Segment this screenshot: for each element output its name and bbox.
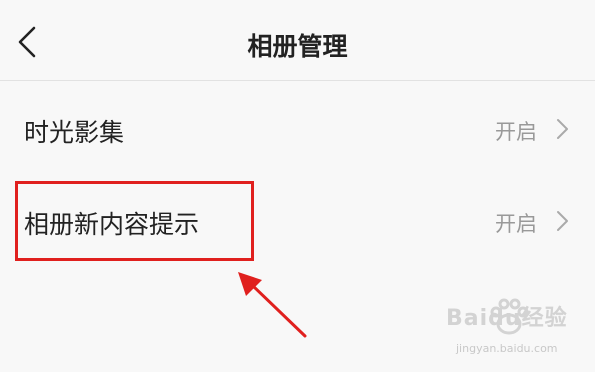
chevron-right-icon — [557, 211, 568, 231]
highlight-box — [15, 181, 254, 261]
setting-value: 开启 — [495, 212, 537, 236]
setting-row-time-album[interactable]: 时光影集 开启 — [0, 81, 595, 177]
setting-value: 开启 — [495, 120, 537, 144]
watermark-url: jingyan.baidu.com — [456, 342, 558, 355]
watermark-brand: Baidu经验 — [446, 306, 568, 331]
setting-label: 时光影集 — [24, 118, 125, 147]
nav-bar: 相册管理 — [0, 0, 595, 81]
page-title: 相册管理 — [247, 32, 348, 61]
watermark: Baidu经验 jingyan.baidu.com — [438, 298, 588, 364]
chevron-right-icon — [557, 119, 568, 139]
